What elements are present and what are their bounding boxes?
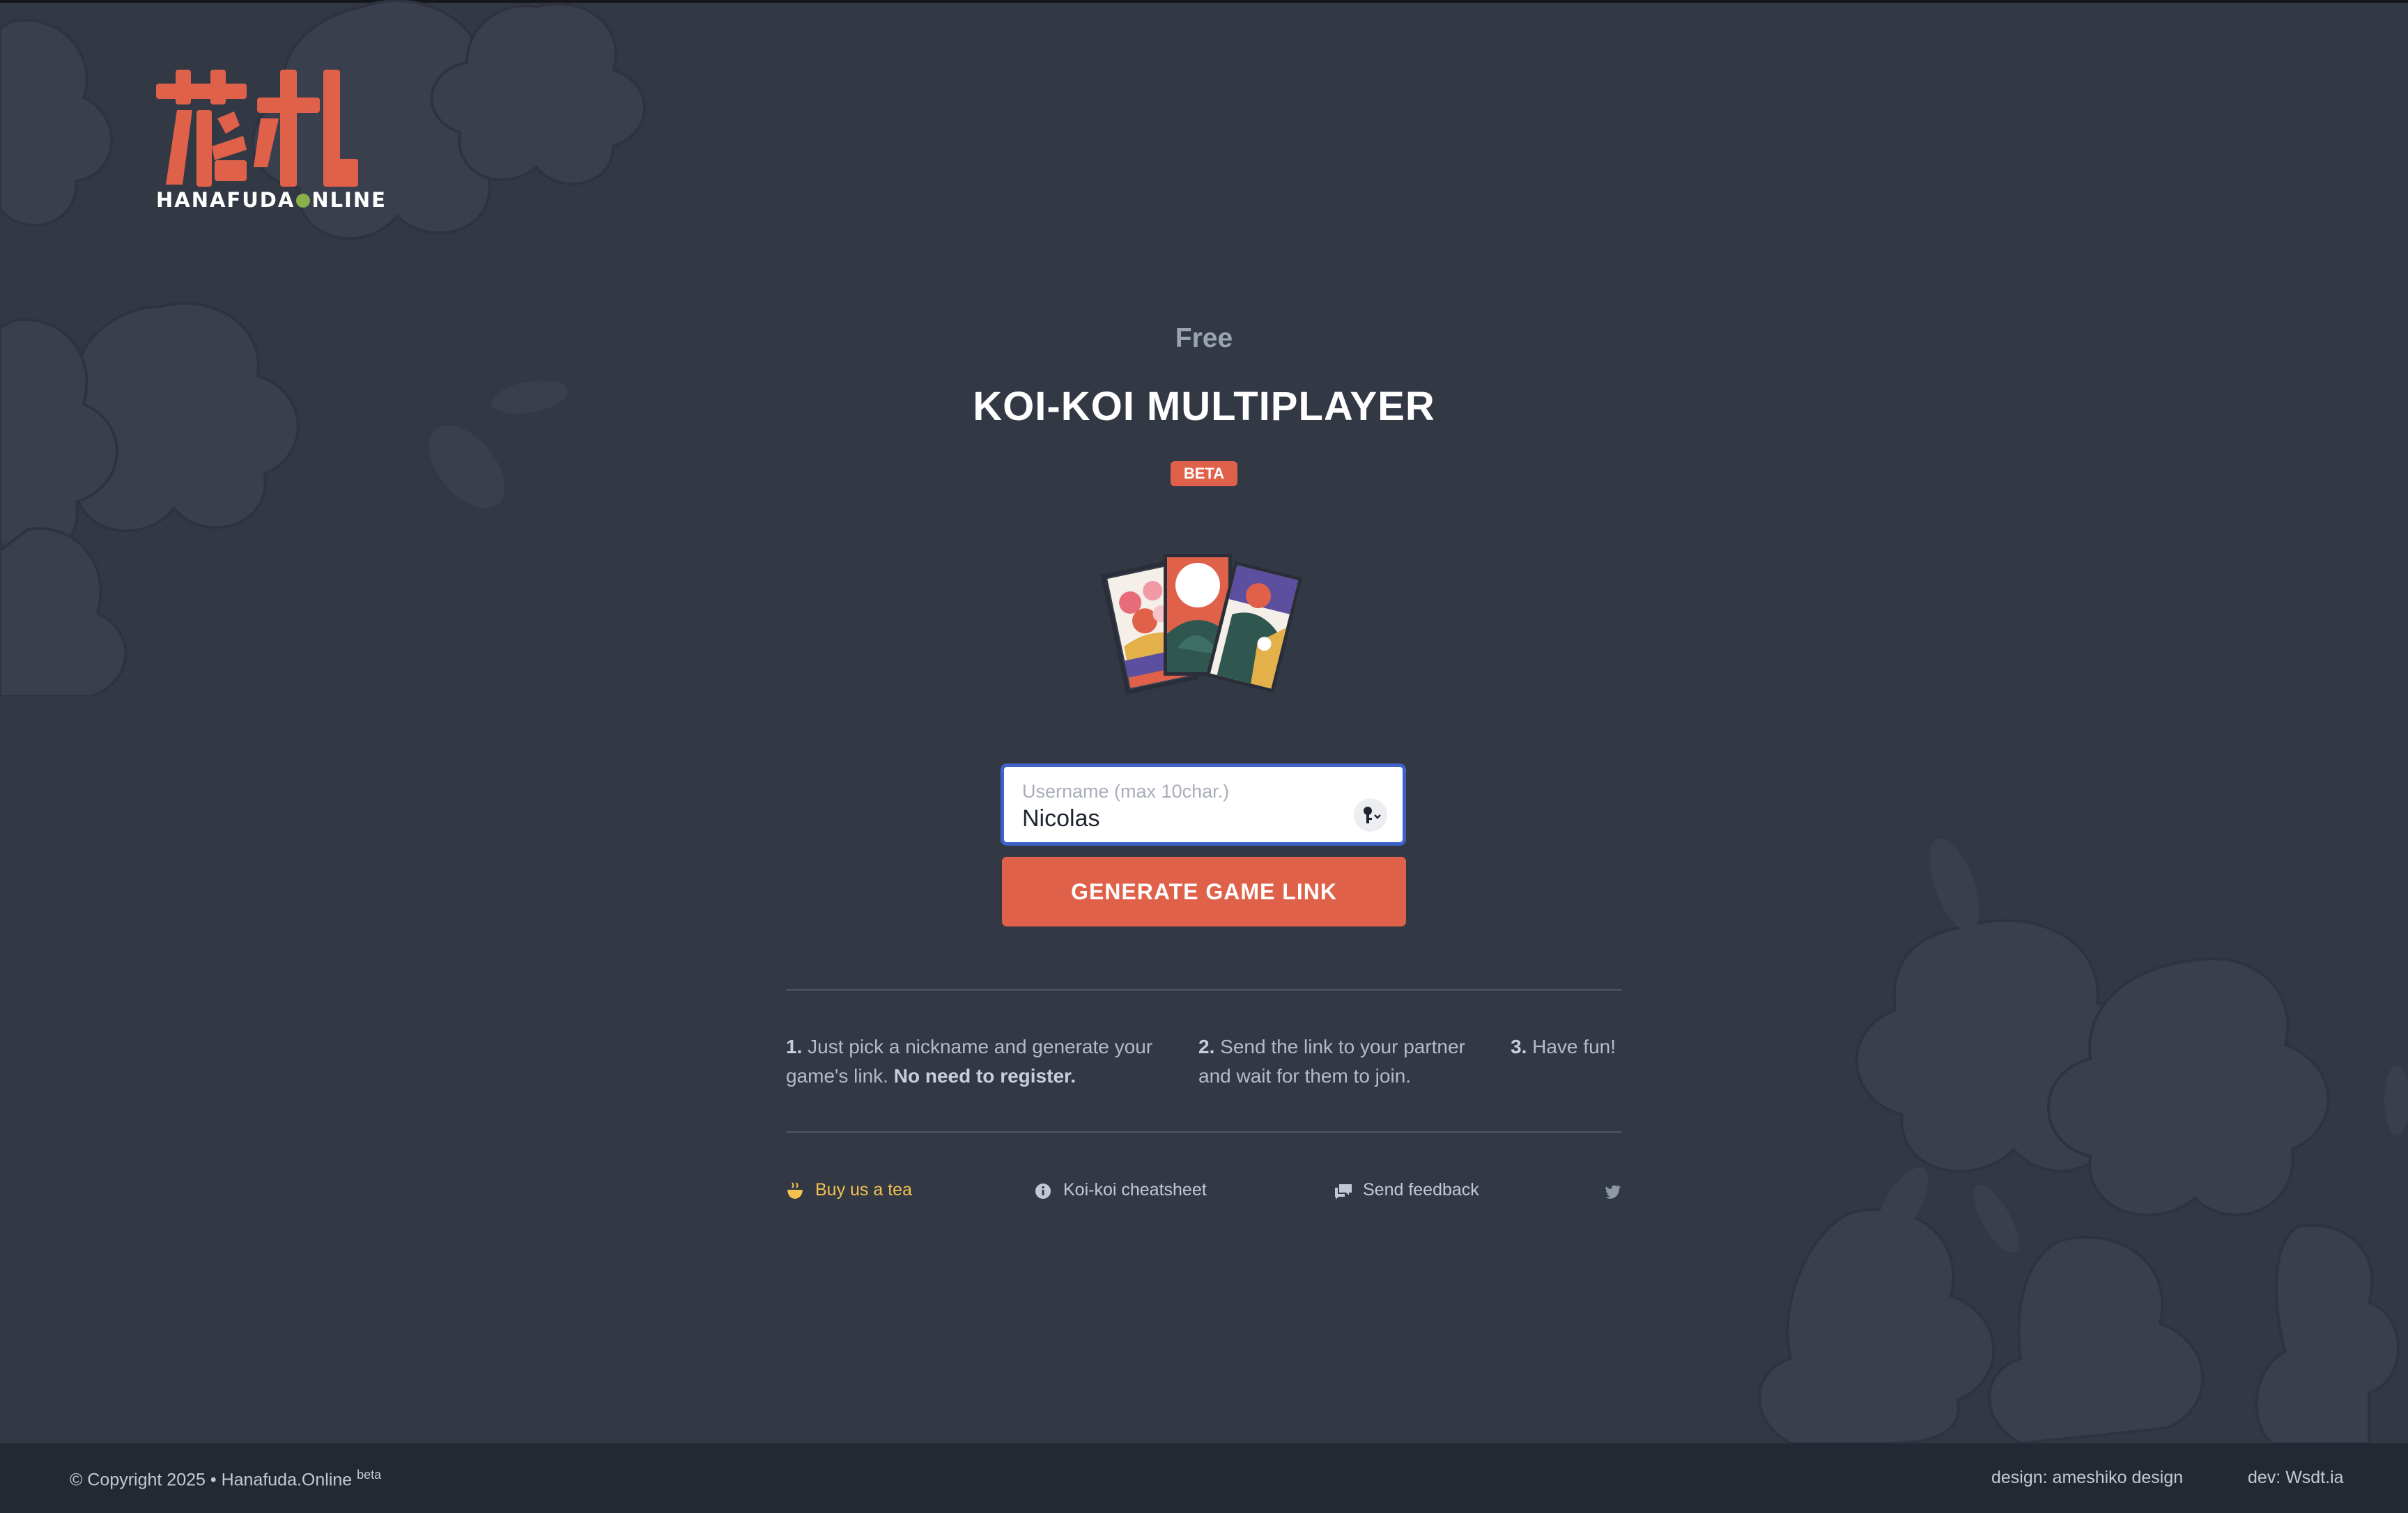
step-2: 2. Send the link to your partner and wai… — [1198, 1032, 1491, 1091]
step-3: 3. Have fun! — [1511, 1032, 1636, 1062]
step-1: 1. Just pick a nickname and generate you… — [786, 1032, 1176, 1091]
logo-dot-icon — [296, 194, 311, 208]
info-icon — [1035, 1184, 1051, 1199]
hero-subtitle: Free — [1175, 323, 1233, 353]
step-2-text: Send the link to your partner and wait f… — [1198, 1036, 1465, 1087]
dev-credit-link[interactable]: dev: Wsdt.ia — [2248, 1468, 2344, 1488]
footer: © Copyright 2025 • Hanafuda.Online beta … — [0, 1443, 2408, 1513]
copyright-text: © Copyright 2025 • Hanafuda.Online — [70, 1470, 353, 1490]
divider-top — [786, 989, 1622, 991]
copyright: © Copyright 2025 • Hanafuda.Online beta — [70, 1468, 381, 1490]
step-1-number: 1. — [786, 1036, 803, 1057]
step-2-number: 2. — [1198, 1036, 1215, 1057]
cheatsheet-label: Koi-koi cheatsheet — [1063, 1180, 1207, 1200]
logo-name-right: NLINE — [311, 188, 387, 212]
generate-game-link-button[interactable]: GENERATE GAME LINK — [1002, 857, 1406, 926]
twitter-icon — [1605, 1185, 1621, 1199]
page-title: KOI-KOI MULTIPLAYER — [973, 384, 1435, 429]
hanafuda-logo — [156, 70, 358, 187]
username-field[interactable]: Username (max 10char.) — [1001, 763, 1406, 846]
step-3-text: Have fun! — [1532, 1036, 1616, 1057]
tea-bowl-icon — [787, 1182, 803, 1199]
logo-wordmark: HANAFUDA NLINE — [156, 188, 387, 212]
step-3-number: 3. — [1511, 1036, 1527, 1057]
copyright-beta-sup: beta — [357, 1468, 382, 1482]
hanafuda-cards-illustration — [1100, 554, 1303, 695]
chat-icon — [1335, 1184, 1352, 1200]
username-label: Username (max 10char.) — [1022, 781, 1230, 802]
password-manager-key-icon[interactable] — [1354, 798, 1387, 832]
send-feedback-label: Send feedback — [1363, 1180, 1479, 1200]
buy-us-a-tea-label: Buy us a tea — [815, 1180, 912, 1200]
design-credit-link[interactable]: design: ameshiko design — [1991, 1468, 2183, 1488]
beta-badge: BETA — [1171, 461, 1237, 486]
step-1-bold: No need to register. — [893, 1065, 1076, 1087]
flower-pattern-bottom-right — [1758, 838, 2408, 1443]
divider-bottom — [786, 1131, 1622, 1133]
logo-name-left: HANAFUDA — [156, 188, 295, 212]
username-input[interactable] — [1021, 803, 1330, 834]
